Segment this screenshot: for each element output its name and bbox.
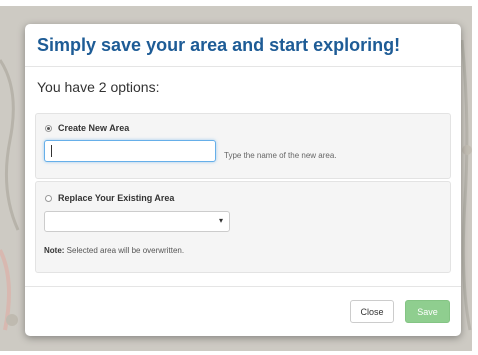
page-edge-right xyxy=(472,0,478,355)
dialog-title: Simply save your area and start explorin… xyxy=(37,35,401,55)
dialog-body: You have 2 options: Create New Area Type… xyxy=(25,79,461,273)
replace-area-radio[interactable] xyxy=(45,194,52,202)
area-name-hint: Type the name of the new area. xyxy=(224,151,337,160)
overwrite-note: Note: Selected area will be overwritten. xyxy=(44,246,184,255)
existing-area-select[interactable]: ▾ xyxy=(44,211,230,232)
options-heading: You have 2 options: xyxy=(37,79,160,95)
area-name-input[interactable] xyxy=(44,140,216,162)
create-area-panel: Create New Area Type the name of the new… xyxy=(35,113,451,179)
chevron-down-icon: ▾ xyxy=(218,216,223,225)
page-edge-top xyxy=(0,0,478,6)
note-text: Selected area will be overwritten. xyxy=(64,246,185,255)
create-area-label[interactable]: Create New Area xyxy=(58,123,129,133)
note-label: Note: xyxy=(44,246,65,255)
save-area-dialog: Simply save your area and start explorin… xyxy=(25,24,461,336)
create-area-option[interactable]: Create New Area xyxy=(45,123,129,133)
replace-area-option[interactable]: Replace Your Existing Area xyxy=(45,193,174,203)
dialog-header: Simply save your area and start explorin… xyxy=(25,24,461,67)
page-edge-bottom xyxy=(0,351,478,355)
close-button[interactable]: Close xyxy=(350,300,394,323)
replace-area-panel: Replace Your Existing Area ▾ Note: Selec… xyxy=(35,181,451,273)
dialog-footer: Close Save xyxy=(25,286,461,336)
save-button[interactable]: Save xyxy=(405,300,450,323)
text-caret xyxy=(51,145,52,157)
replace-area-label[interactable]: Replace Your Existing Area xyxy=(58,193,174,203)
create-area-radio[interactable] xyxy=(45,124,52,132)
